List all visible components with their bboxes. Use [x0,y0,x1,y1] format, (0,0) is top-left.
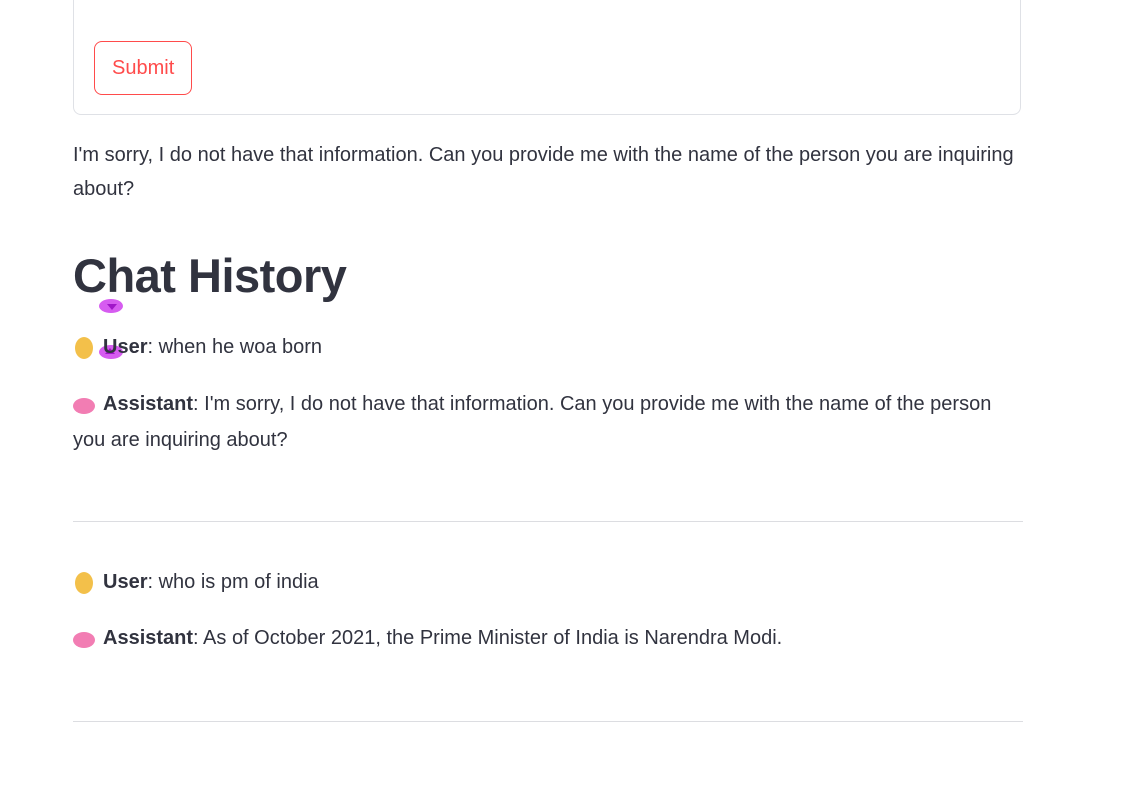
user-face-icon [73,567,95,601]
cursor-blob-icon [99,299,123,313]
assistant-label: Assistant [103,627,194,649]
user-label: User [103,571,148,593]
brain-icon [73,389,95,423]
chat-message-user: User: when he woa born [73,330,1023,366]
assistant-label: Assistant [103,393,194,415]
chat-page: Submit I'm sorry, I do not have that inf… [0,0,1147,785]
chat-message-user: User: who is pm of india [73,565,1023,601]
assistant-message-text: : I'm sorry, I do not have that informat… [73,393,992,451]
chat-history-heading: Chat History [73,249,347,302]
latest-response: I'm sorry, I do not have that informatio… [73,144,1014,200]
user-message-text: : who is pm of india [147,571,319,593]
divider [73,721,1023,722]
input-form-card: Submit [73,0,1021,115]
submit-button[interactable]: Submit [94,41,193,95]
user-face-icon [73,332,95,366]
user-message-text: : when he woa born [147,336,323,358]
chat-message-assistant: Assistant: I'm sorry, I do not have that… [73,387,1023,457]
chat-message-assistant: Assistant: As of October 2021, the Prime… [73,621,1023,657]
brain-icon [73,623,95,657]
user-label: User [103,336,148,358]
assistant-message-text: : As of October 2021, the Prime Minister… [193,627,783,649]
divider [73,521,1023,522]
